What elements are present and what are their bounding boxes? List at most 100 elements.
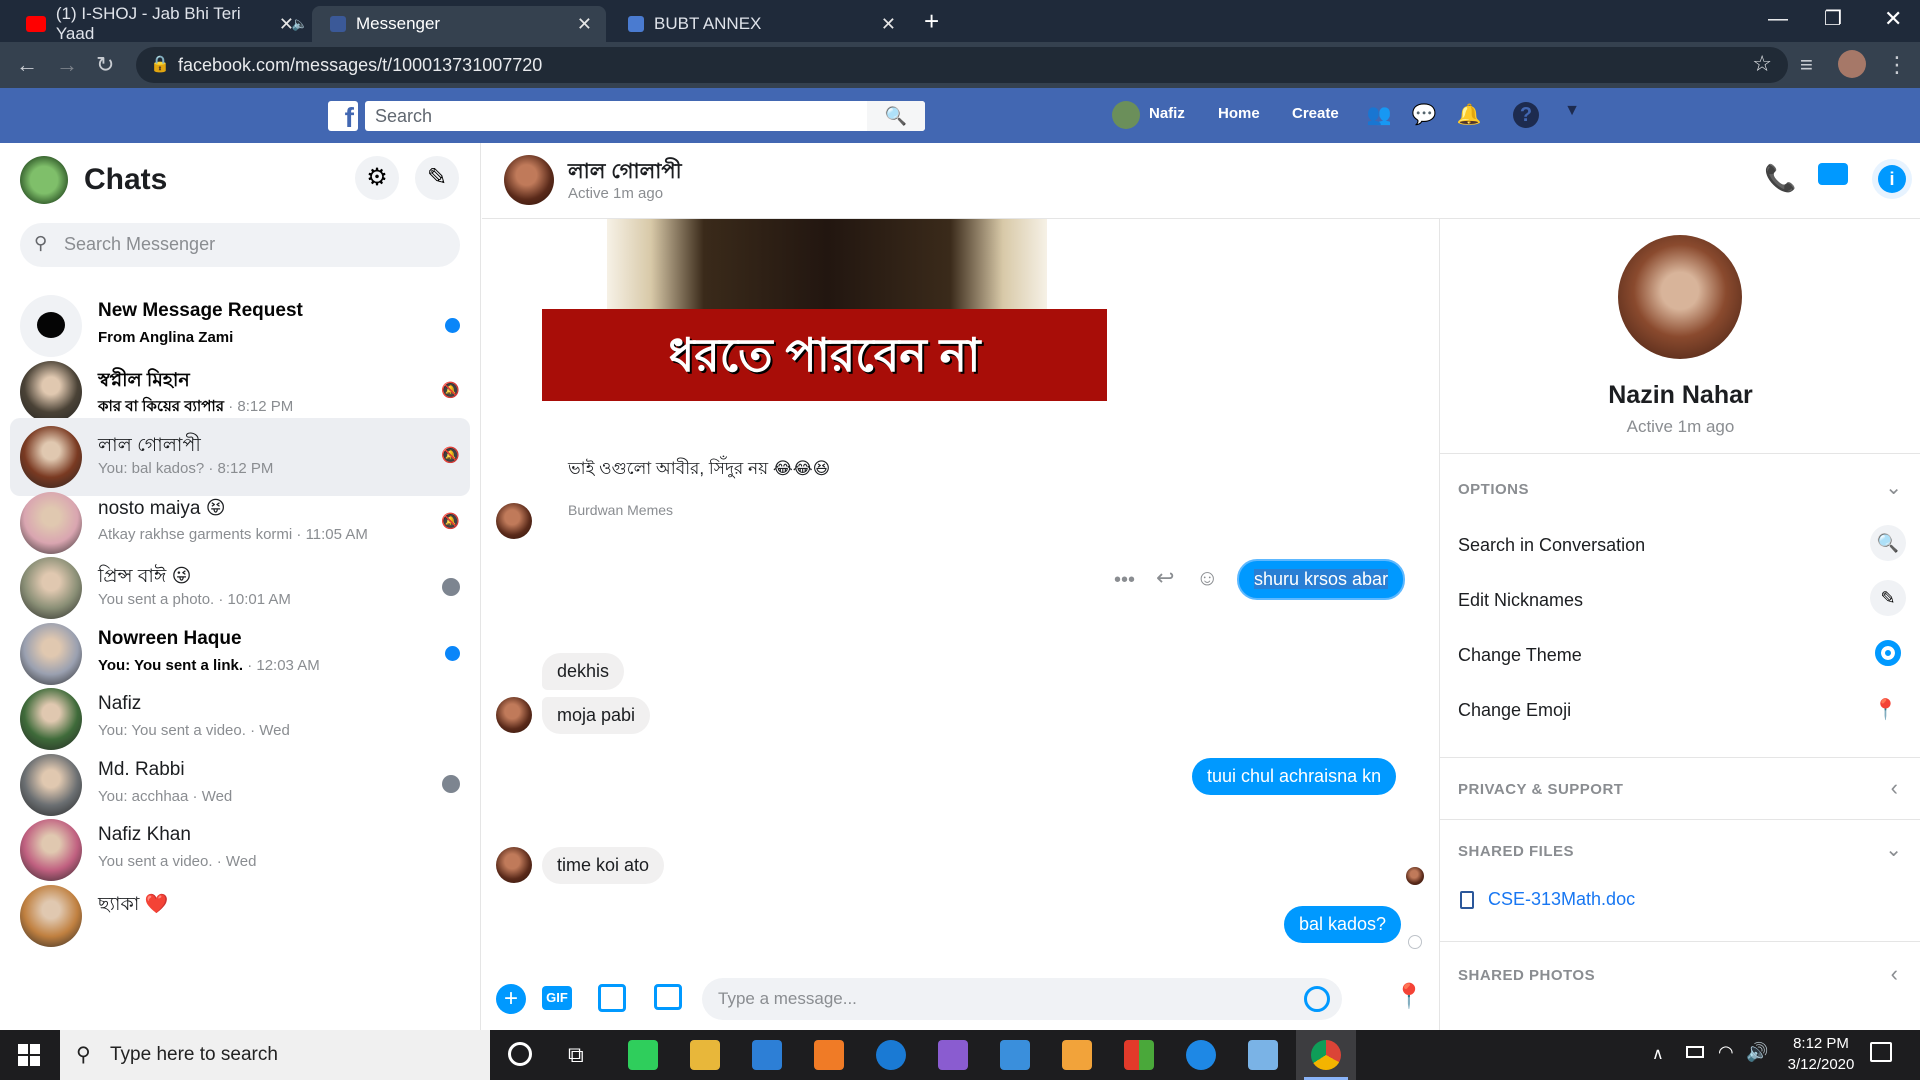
teamviewer-icon[interactable] <box>1186 1040 1216 1070</box>
windows-start-icon[interactable] <box>18 1044 40 1066</box>
url-bar[interactable]: 🔒 facebook.com/messages/t/10001373100772… <box>136 47 1788 83</box>
shared-files-header[interactable]: SHARED FILES <box>1458 843 1574 860</box>
options-header[interactable]: OPTIONS <box>1458 481 1529 498</box>
video-call-icon[interactable] <box>1818 163 1848 185</box>
clock-time[interactable]: 8:12 PM <box>1778 1035 1864 1052</box>
close-window-icon[interactable]: ✕ <box>1884 6 1902 32</box>
my-avatar[interactable] <box>20 156 68 204</box>
store-icon[interactable] <box>1000 1040 1030 1070</box>
mail-icon[interactable] <box>752 1040 782 1070</box>
contact-avatar[interactable] <box>504 155 554 205</box>
dropdown-icon[interactable]: ▼ <box>1559 102 1585 128</box>
tab-youtube[interactable]: (1) I-SHOJ - Jab Bhi Teri Yaad 🔈 ✕ <box>8 4 308 43</box>
forward-icon[interactable]: → <box>56 52 78 78</box>
menu-icon[interactable]: ⋮ <box>1886 52 1908 78</box>
chevron-left-icon[interactable]: ‹ <box>1891 961 1898 987</box>
chevron-down-icon[interactable]: ⌄ <box>1885 475 1902 500</box>
edit-nicknames[interactable]: Edit Nicknames <box>1458 590 1583 611</box>
bookmark-star-icon[interactable]: ☆ <box>1752 51 1772 77</box>
message-bubble-incoming[interactable]: dekhis <box>542 653 625 690</box>
task-view-icon[interactable]: ⧉ <box>568 1042 584 1068</box>
close-tab-icon[interactable]: ✕ <box>279 14 294 35</box>
cortana-icon[interactable] <box>508 1042 532 1066</box>
edge-icon[interactable] <box>876 1040 906 1070</box>
change-emoji[interactable]: Change Emoji <box>1458 700 1571 721</box>
chevron-down-icon[interactable]: ⌄ <box>1885 837 1902 862</box>
reply-icon[interactable]: ↩ <box>1156 565 1174 591</box>
pencil-icon[interactable]: ✎ <box>1870 580 1906 616</box>
sticker-icon[interactable] <box>598 984 626 1012</box>
battery-icon[interactable] <box>1686 1046 1704 1058</box>
search-messenger-input[interactable]: ⚲ Search Messenger <box>20 223 460 267</box>
pycharm-icon[interactable] <box>628 1040 658 1070</box>
react-emoji-icon[interactable]: ☺ <box>1196 565 1218 591</box>
search-icon[interactable]: 🔍 <box>1870 525 1906 561</box>
create-link[interactable]: Create <box>1292 105 1339 122</box>
message-input[interactable]: Type a message... <box>702 978 1342 1020</box>
messenger-icon[interactable]: 💬 <box>1411 102 1437 128</box>
meme-image[interactable] <box>607 219 1047 309</box>
tab-bubt[interactable]: BUBT ANNEX ✕ <box>610 6 910 42</box>
chrome-icon[interactable] <box>1311 1040 1341 1070</box>
shared-file-link[interactable]: CSE-313Math.doc <box>1488 889 1635 910</box>
more-options-icon[interactable]: ••• <box>1114 569 1135 592</box>
windows-search-box[interactable]: ⚲ Type here to search <box>60 1030 490 1080</box>
message-bubble-outgoing[interactable]: tuui chul achraisna kn <box>1192 758 1397 795</box>
new-tab-icon[interactable]: + <box>924 6 939 37</box>
privacy-support-header[interactable]: PRIVACY & SUPPORT <box>1458 781 1623 798</box>
show-hidden-icons[interactable]: ∧ <box>1652 1044 1664 1064</box>
profile-link[interactable]: Nafiz <box>1149 105 1185 122</box>
settings-gear-icon[interactable]: ⚙ <box>355 156 399 200</box>
restore-icon[interactable]: ❐ <box>1824 6 1842 31</box>
home-link[interactable]: Home <box>1218 105 1260 122</box>
profile-avatar[interactable] <box>1838 50 1866 78</box>
xampp-icon[interactable] <box>814 1040 844 1070</box>
shared-photos-header[interactable]: SHARED PHOTOS <box>1458 967 1595 984</box>
notifications-icon[interactable]: 🔔 <box>1456 102 1482 128</box>
sublime-text-icon[interactable] <box>1062 1040 1092 1070</box>
tab-messenger[interactable]: Messenger ✕ <box>312 6 606 42</box>
close-tab-icon[interactable]: ✕ <box>577 14 592 35</box>
chevron-left-icon[interactable]: ‹ <box>1891 775 1898 801</box>
quick-emoji-icon[interactable]: 📍 <box>1394 982 1424 1011</box>
help-icon[interactable]: ? <box>1513 102 1539 128</box>
photo-icon[interactable] <box>654 984 682 1010</box>
close-tab-icon[interactable]: ✕ <box>881 14 896 35</box>
emoji-icon[interactable] <box>1304 986 1330 1012</box>
emoji-pin-icon[interactable]: 📍 <box>1873 697 1898 722</box>
facebook-search-input[interactable]: Search <box>365 101 925 131</box>
gif-icon[interactable]: GIF <box>542 986 572 1010</box>
speaker-icon[interactable]: 🔈 <box>292 16 308 32</box>
contact-profile-photo[interactable] <box>1618 235 1742 359</box>
visual-studio-icon[interactable] <box>938 1040 968 1070</box>
minimize-icon[interactable]: — <box>1768 8 1788 31</box>
app-icon[interactable] <box>1124 1040 1154 1070</box>
theme-color-icon[interactable] <box>1870 635 1906 671</box>
message-bubble-incoming[interactable]: moja pabi <box>542 697 651 734</box>
user-avatar[interactable] <box>1112 101 1140 129</box>
file-explorer-icon[interactable] <box>690 1040 720 1070</box>
reload-icon[interactable]: ↻ <box>96 52 114 78</box>
shared-post-source[interactable]: Burdwan Memes <box>568 502 673 518</box>
facebook-logo[interactable]: f <box>328 101 358 133</box>
contact-name[interactable]: Nazin Nahar <box>1440 381 1920 410</box>
volume-icon[interactable]: 🔊 <box>1746 1042 1768 1063</box>
notification-center-icon[interactable] <box>1870 1042 1892 1062</box>
search-icon[interactable]: 🔍 <box>867 101 925 131</box>
wifi-icon[interactable]: ◠ <box>1718 1042 1734 1063</box>
friends-icon[interactable]: 👥 <box>1366 102 1392 128</box>
new-message-icon[interactable]: ✎ <box>415 156 459 200</box>
add-icon[interactable]: + <box>496 984 526 1014</box>
back-icon[interactable]: ← <box>16 52 38 78</box>
media-icon[interactable]: ≡ <box>1800 52 1813 78</box>
info-button[interactable]: i <box>1872 159 1912 199</box>
virtualbox-icon[interactable] <box>1248 1040 1278 1070</box>
chat-list-item[interactable]: ছ্যাকা ❤️ <box>10 877 470 955</box>
voice-call-icon[interactable]: 📞 <box>1764 163 1796 194</box>
change-theme[interactable]: Change Theme <box>1458 645 1582 666</box>
message-bubble-incoming[interactable]: time koi ato <box>542 847 665 884</box>
clock-date[interactable]: 3/12/2020 <box>1778 1056 1864 1073</box>
message-bubble-outgoing[interactable]: shuru krsos abar <box>1237 559 1406 600</box>
message-bubble-outgoing[interactable]: bal kados? <box>1284 906 1402 943</box>
search-in-conversation[interactable]: Search in Conversation <box>1458 535 1645 556</box>
